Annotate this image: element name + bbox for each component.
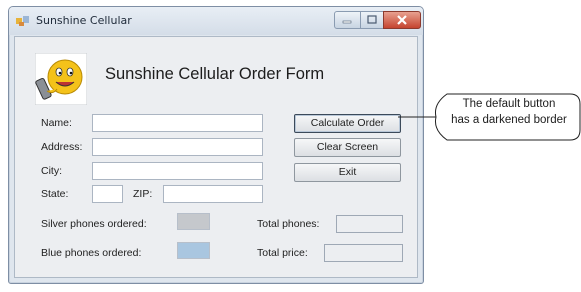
- callout-line-2: has a darkened border: [451, 114, 567, 126]
- callout-text: The default button has a darkened border: [440, 96, 578, 128]
- callout-line-1: The default button: [462, 98, 556, 110]
- callout-bubble: [398, 93, 581, 141]
